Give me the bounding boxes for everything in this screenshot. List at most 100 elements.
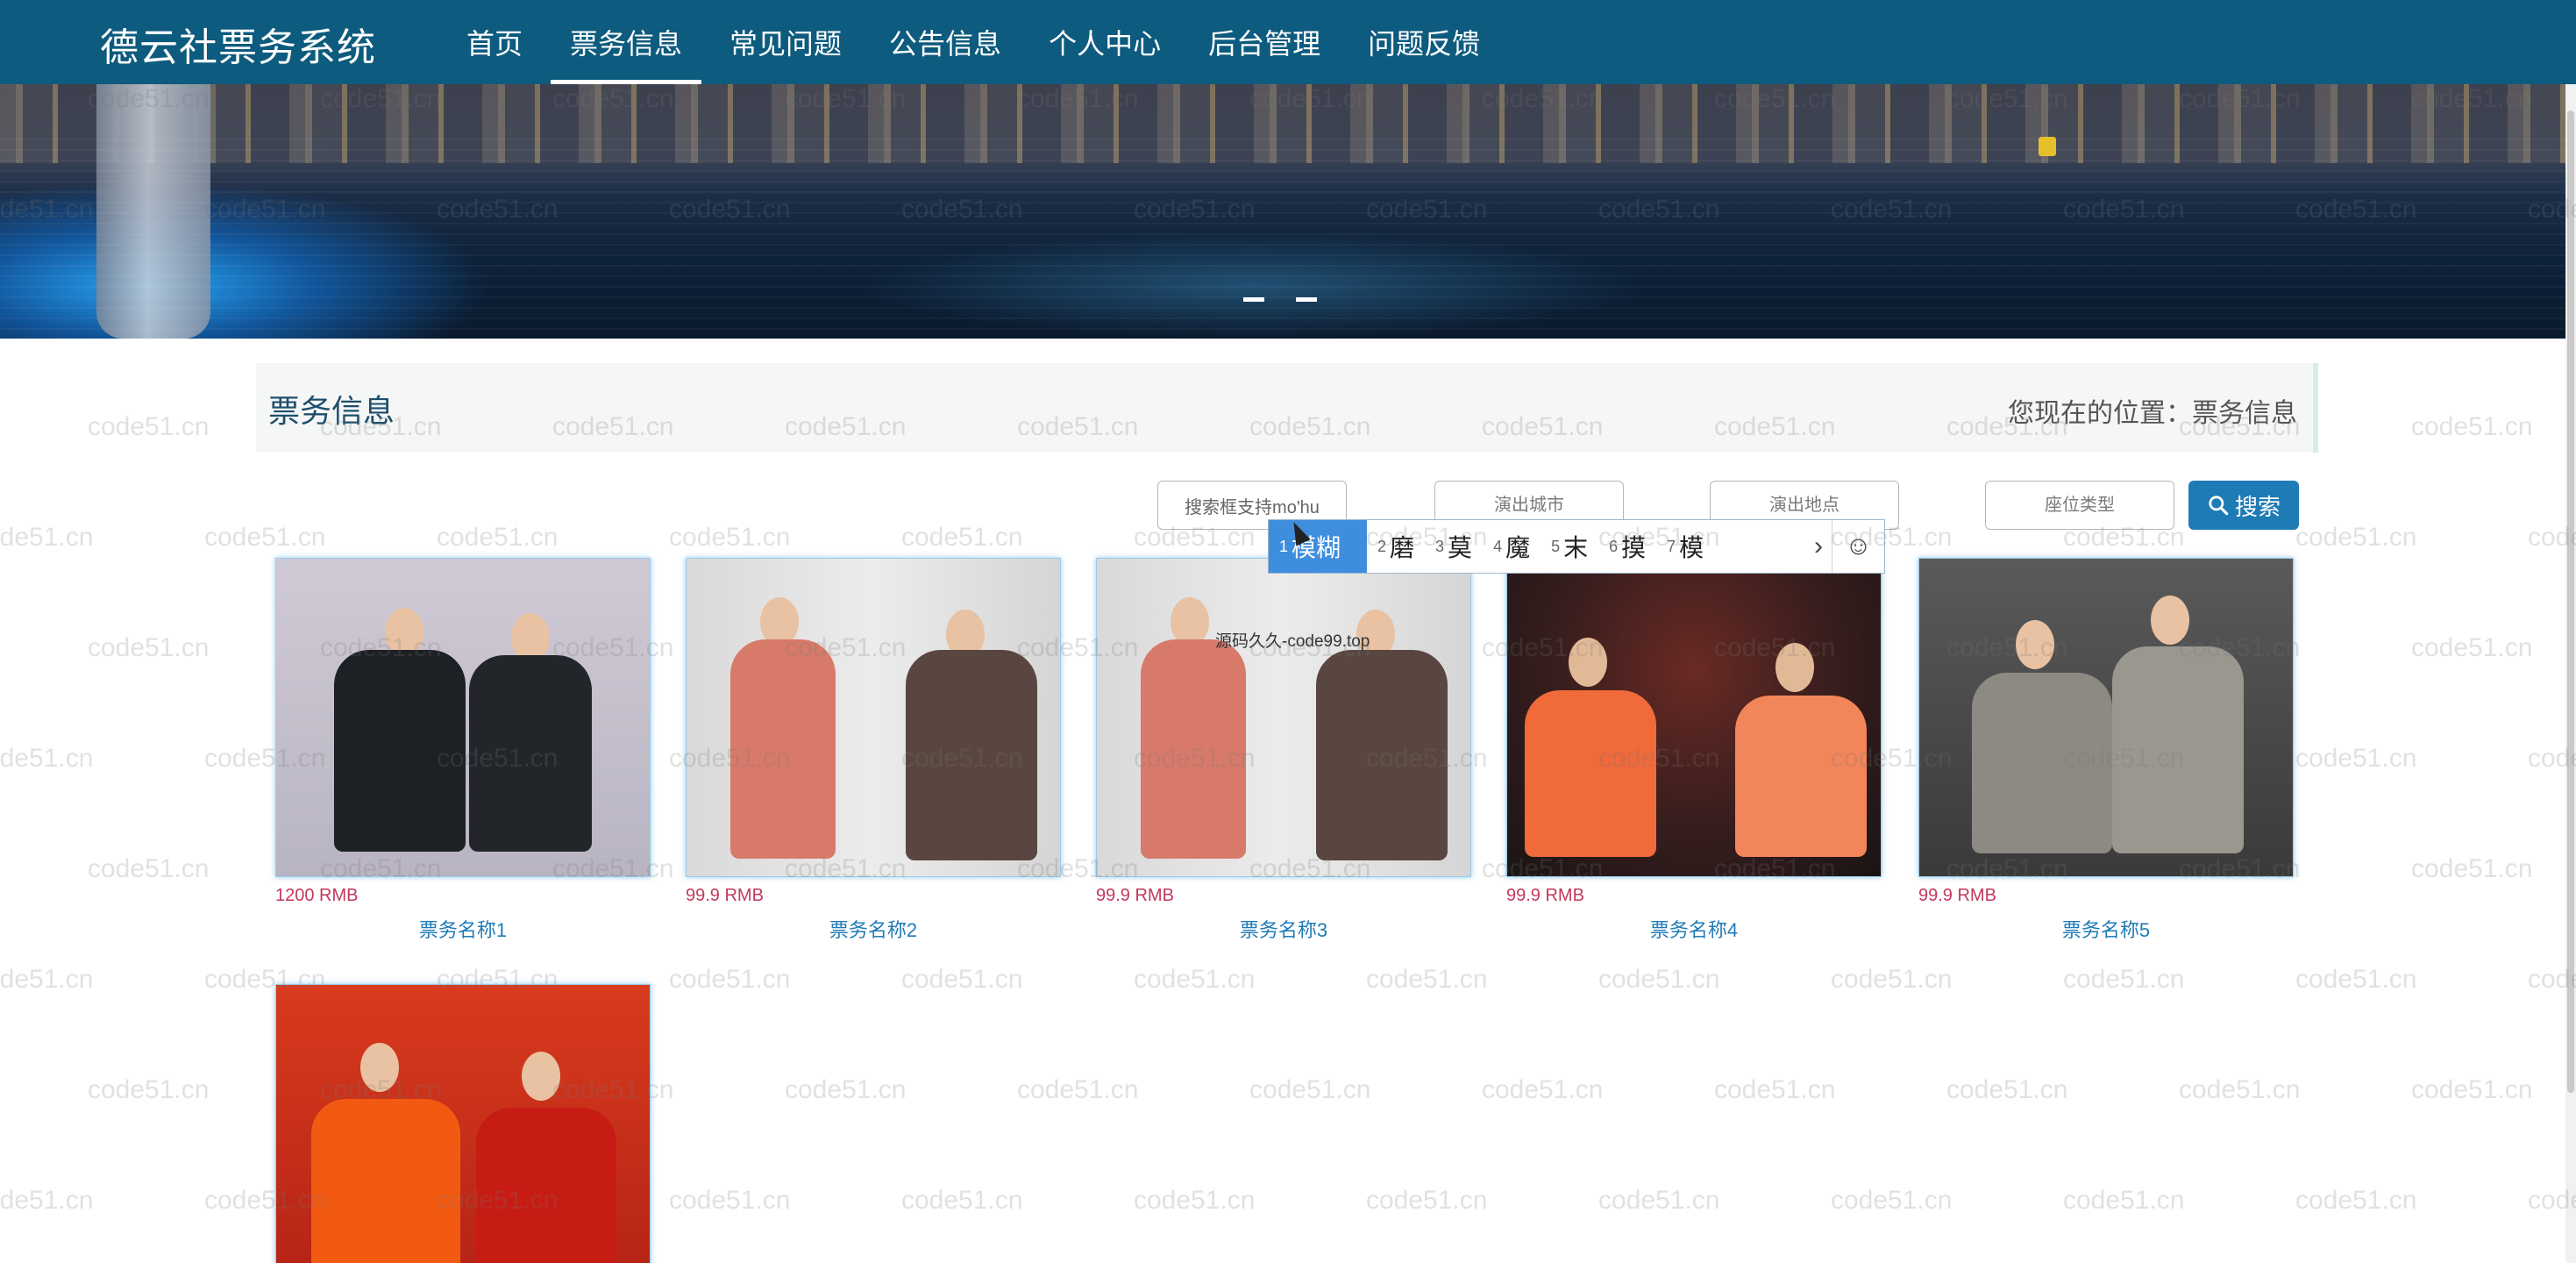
figure-head (2151, 596, 2189, 645)
ime-candidate-number: 2 (1377, 537, 1387, 555)
ime-candidate-bar: 1 模糊 2磨 3莫 4魔 5末 6摸 7模 › ☺ (1268, 519, 1885, 574)
menu-item-home[interactable]: 首页 (447, 0, 542, 84)
breadcrumb-current[interactable]: 票务信息 (2192, 399, 2297, 428)
ticket-name[interactable]: 票务名称4 (1506, 915, 1882, 943)
menu-item-tickets[interactable]: 票务信息 (551, 0, 702, 84)
banner-light (2039, 137, 2056, 156)
watermark-text: code51.cn (669, 1186, 791, 1215)
ticket-image[interactable] (686, 558, 1061, 877)
ime-candidate[interactable]: 4魔 (1483, 520, 1541, 573)
ticket-image[interactable] (1096, 558, 1471, 877)
figure-robe (1735, 696, 1867, 857)
scrollbar-thumb[interactable] (2567, 111, 2574, 1093)
ticket-price: 99.9 RMB (1506, 886, 1584, 905)
watermark-text: code51.cn (1831, 1186, 1953, 1215)
ticket-price: 1200 RMB (275, 886, 359, 905)
ticket-image[interactable] (1506, 558, 1882, 877)
watermark-text: code51.cn (1366, 965, 1488, 994)
ticket-price: 99.9 RMB (1918, 886, 1996, 905)
watermark-text: code51.cn (1831, 965, 1953, 994)
ime-candidate-text: 磨 (1390, 534, 1415, 561)
ticket-name[interactable]: 票务名称2 (686, 915, 1061, 943)
watermark-text: code51.cn (1482, 1075, 1604, 1104)
ticket-card[interactable]: 1200 RMB 票务名称1 (275, 558, 651, 943)
ime-candidate-text: 模 (1679, 534, 1704, 561)
watermark-text: code51.cn (901, 1186, 1023, 1215)
ticket-image[interactable] (1918, 558, 2294, 877)
ticket-card[interactable]: 99.9 RMB 票务名称3 (1096, 558, 1471, 943)
ticket-image[interactable] (275, 984, 651, 1263)
watermark-text: code51.cn (669, 523, 791, 552)
figure-robe (730, 639, 836, 859)
top-nav: 德云社票务系统 首页 票务信息 常见问题 公告信息 个人中心 后台管理 问题反馈 (0, 0, 2576, 84)
menu-item-feedback[interactable]: 问题反馈 (1348, 0, 1499, 84)
seat-type-input[interactable] (1985, 481, 2174, 530)
watermark-text: code51.cn (88, 854, 210, 883)
figure-robe (1525, 690, 1656, 857)
figure-head (522, 1052, 560, 1101)
watermark-text: code51.cn (88, 412, 210, 441)
watermark-text: code51.cn (785, 1075, 907, 1104)
ime-candidate[interactable]: 7模 (1656, 520, 1714, 573)
watermark-text: code51.cn (2295, 744, 2417, 773)
ticket-image[interactable] (275, 558, 651, 877)
watermark-text: code51.cn (1598, 965, 1720, 994)
banner-carousel[interactable] (0, 84, 2565, 339)
ime-candidate[interactable]: 1 模糊 (1269, 520, 1367, 573)
ime-candidate-text: 莫 (1448, 534, 1473, 561)
watermark-text: code51.cn (2411, 1075, 2533, 1104)
ticket-card[interactable]: 99.9 RMB 票务名称2 (686, 558, 1061, 943)
ime-candidate[interactable]: 2磨 (1367, 520, 1425, 573)
menu-item-profile[interactable]: 个人中心 (1029, 0, 1180, 84)
figure-robe (476, 1108, 616, 1263)
menu-item-admin[interactable]: 后台管理 (1189, 0, 1340, 84)
emoji-icon[interactable]: ☺ (1832, 520, 1884, 573)
figure-robe (334, 650, 466, 852)
image-overlay-text: 源码久久-code99.top (1215, 632, 1370, 651)
menu-item-faq[interactable]: 常见问题 (710, 0, 861, 84)
figure-head (1775, 643, 1814, 692)
watermark-text: code51.cn (1946, 1075, 2068, 1104)
watermark-text: code51.cn (2063, 1186, 2185, 1215)
watermark-text: code51.cn (669, 965, 791, 994)
ime-candidate-number: 1 (1279, 537, 1289, 555)
chevron-right-icon[interactable]: › (1805, 520, 1832, 573)
watermark-text: code51.cn (2411, 854, 2533, 883)
breadcrumb-prefix: 您现在的位置： (2008, 399, 2192, 428)
ime-candidate[interactable]: 5末 (1541, 520, 1598, 573)
ime-candidate-number: 5 (1551, 537, 1561, 555)
ticket-card[interactable] (275, 984, 651, 1263)
ime-candidate-text: 摸 (1621, 534, 1647, 561)
ticket-name[interactable]: 票务名称1 (275, 915, 651, 943)
ticket-card[interactable]: 99.9 RMB 票务名称5 (1918, 558, 2294, 943)
menu-item-notices[interactable]: 公告信息 (870, 0, 1021, 84)
watermark-text: code51.cn (0, 1186, 94, 1215)
figure-robe (311, 1099, 460, 1263)
ticket-price: 99.9 RMB (686, 886, 764, 905)
ime-candidate[interactable]: 6摸 (1598, 520, 1656, 573)
watermark-text: code51.cn (2295, 1186, 2417, 1215)
ticket-card[interactable]: 99.9 RMB 票务名称4 (1506, 558, 1882, 943)
ticket-name[interactable]: 票务名称3 (1096, 915, 1471, 943)
search-button-label: 搜索 (2234, 493, 2281, 520)
breadcrumb: 您现在的位置：票务信息 (2008, 391, 2297, 430)
figure-robe (469, 655, 592, 852)
watermark-text: code51.cn (1134, 1186, 1256, 1215)
figure-head (2016, 620, 2054, 669)
watermark-text: code51.cn (1017, 1075, 1139, 1104)
figure-head (1569, 638, 1607, 687)
figure-robe (1972, 673, 2112, 853)
figure-robe (2112, 646, 2244, 853)
ime-candidate[interactable]: 3莫 (1425, 520, 1483, 573)
page-scrollbar[interactable] (2565, 84, 2576, 1263)
carousel-dot[interactable] (1296, 297, 1317, 302)
search-button[interactable]: 搜索 (2188, 481, 2299, 530)
page-title: 票务信息 (268, 393, 395, 429)
watermark-text: code51.cn (0, 523, 94, 552)
watermark-text: code51.cn (1714, 1075, 1836, 1104)
ticket-name[interactable]: 票务名称5 (1918, 915, 2294, 943)
watermark-text: code51.cn (0, 744, 94, 773)
watermark-text: code51.cn (1134, 965, 1256, 994)
banner-water (0, 137, 2565, 339)
carousel-dot[interactable] (1243, 297, 1264, 302)
